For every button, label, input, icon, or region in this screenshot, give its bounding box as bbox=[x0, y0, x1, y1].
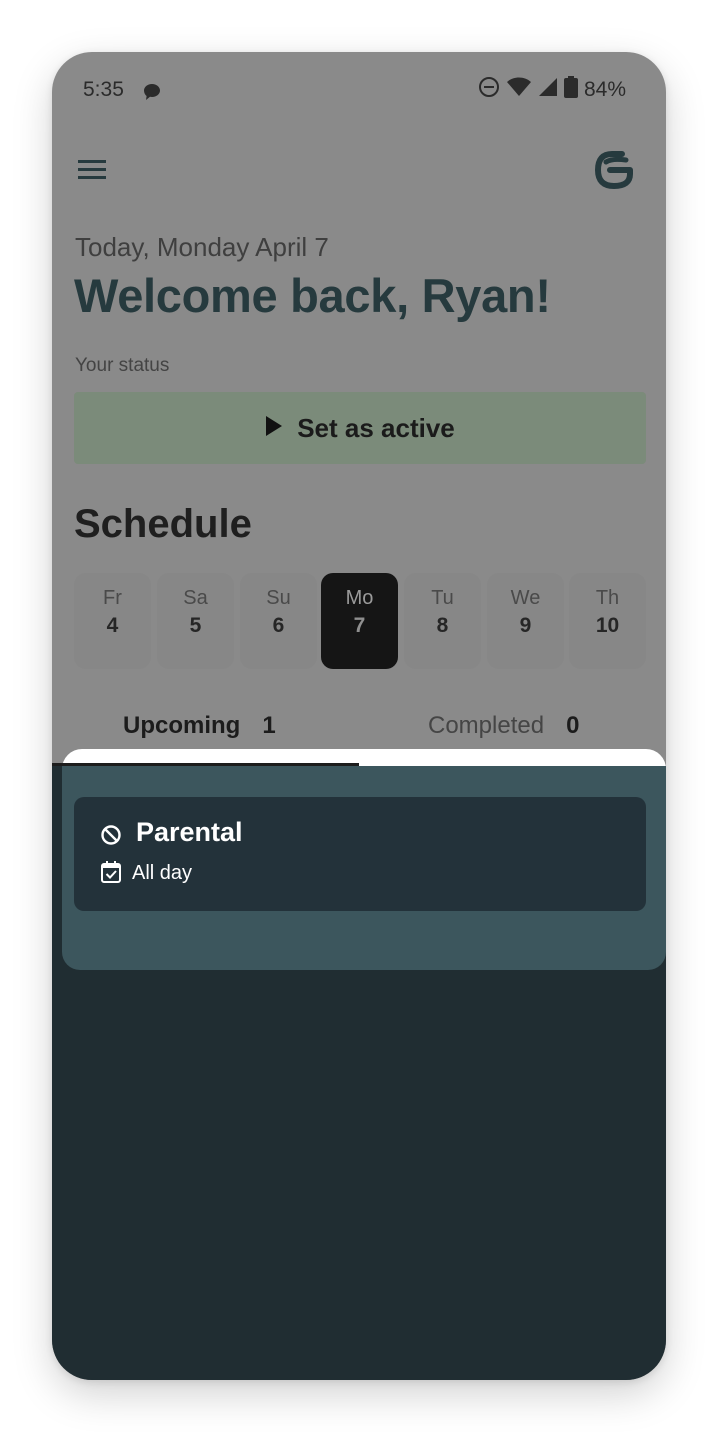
day-name: Sa bbox=[183, 587, 208, 609]
phone-screen: 5:35 84% Today, Monday April 7 Welcome b… bbox=[52, 52, 666, 1380]
set-active-label: Set as active bbox=[297, 412, 455, 443]
day-date: 10 bbox=[595, 614, 620, 637]
set-active-button[interactable]: Set as active bbox=[74, 392, 646, 464]
day-item[interactable]: We 9 bbox=[487, 573, 564, 669]
tab-upcoming-label: Upcoming bbox=[123, 712, 241, 739]
wifi-icon bbox=[506, 76, 532, 103]
day-date: 6 bbox=[272, 614, 285, 637]
status-time: 5:35 bbox=[83, 78, 124, 101]
tab-upcoming[interactable]: Upcoming 1 bbox=[123, 712, 276, 740]
day-name: Th bbox=[595, 587, 620, 609]
day-item-selected[interactable]: Mo 7 bbox=[321, 573, 398, 669]
tab-completed-count: 0 bbox=[566, 712, 580, 739]
day-item[interactable]: Tu 8 bbox=[404, 573, 481, 669]
day-date: 7 bbox=[353, 614, 366, 637]
event-card[interactable]: Parental All day bbox=[74, 797, 646, 911]
day-date: 4 bbox=[106, 614, 119, 637]
day-name: Su bbox=[266, 587, 291, 609]
tab-upcoming-count: 1 bbox=[262, 712, 276, 739]
cell-signal-icon bbox=[538, 77, 558, 102]
day-name: Tu bbox=[431, 587, 454, 609]
battery-icon bbox=[563, 76, 578, 103]
day-item[interactable]: Sa 5 bbox=[157, 573, 234, 669]
play-icon bbox=[265, 415, 283, 442]
schedule-heading: Schedule bbox=[74, 502, 252, 546]
day-item[interactable]: Su 6 bbox=[240, 573, 317, 669]
welcome-heading: Welcome back, Ryan! bbox=[74, 269, 551, 322]
app-logo-icon[interactable] bbox=[592, 148, 636, 197]
status-icons: 84% bbox=[478, 76, 626, 103]
battery-percent: 84% bbox=[583, 77, 626, 101]
day-date: 5 bbox=[189, 614, 202, 637]
current-date: Today, Monday April 7 bbox=[75, 232, 329, 262]
day-item[interactable]: Fr 4 bbox=[74, 573, 151, 669]
hamburger-menu-icon[interactable] bbox=[78, 158, 106, 185]
event-time: All day bbox=[132, 862, 193, 884]
tab-completed[interactable]: Completed 0 bbox=[428, 712, 579, 740]
status-label: Your status bbox=[75, 355, 170, 376]
event-title: Parental bbox=[136, 817, 243, 847]
day-picker: Fr 4 Sa 5 Su 6 Mo 7 Tu 8 We 9 Th 10 bbox=[74, 573, 646, 669]
day-name: Fr bbox=[103, 587, 122, 609]
tab-completed-label: Completed bbox=[428, 712, 545, 739]
do-not-disturb-icon bbox=[478, 76, 500, 103]
calendar-check-icon bbox=[101, 861, 121, 888]
day-name: We bbox=[510, 587, 541, 609]
block-icon bbox=[100, 824, 122, 851]
day-date: 9 bbox=[519, 614, 532, 637]
day-name: Mo bbox=[345, 587, 374, 609]
message-notification-icon bbox=[142, 82, 162, 107]
day-date: 8 bbox=[436, 614, 449, 637]
day-item[interactable]: Th 10 bbox=[569, 573, 646, 669]
